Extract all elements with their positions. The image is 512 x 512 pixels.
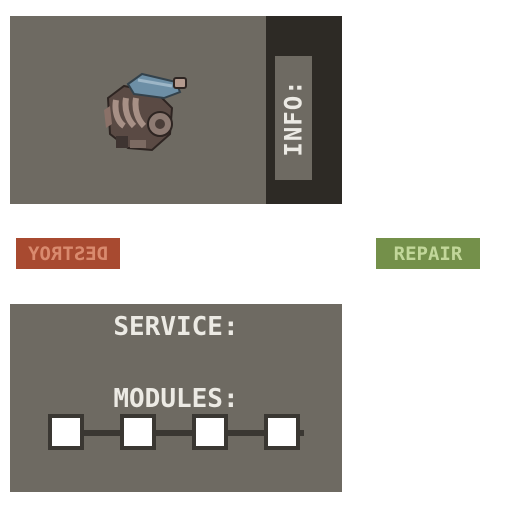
engine-block-icon: [104, 72, 187, 152]
module-slot-3[interactable]: [192, 414, 228, 450]
destroy-button[interactable]: DESTROY: [16, 238, 120, 269]
destroy-label: DESTROY: [27, 242, 109, 265]
repair-button[interactable]: REPAIR: [376, 238, 480, 269]
module-slot-2[interactable]: [120, 414, 156, 450]
info-tab[interactable]: INFO:: [275, 56, 312, 180]
module-slot-1[interactable]: [48, 414, 84, 450]
module-slot-4[interactable]: [264, 414, 300, 450]
repair-label: REPAIR: [393, 242, 463, 265]
info-label: INFO:: [279, 79, 308, 157]
service-title: SERVICE:: [113, 312, 239, 342]
modules-title: MODULES:: [113, 384, 239, 414]
info-panel: INFO:: [10, 16, 342, 204]
service-panel: SERVICE: MODULES:: [10, 304, 342, 492]
